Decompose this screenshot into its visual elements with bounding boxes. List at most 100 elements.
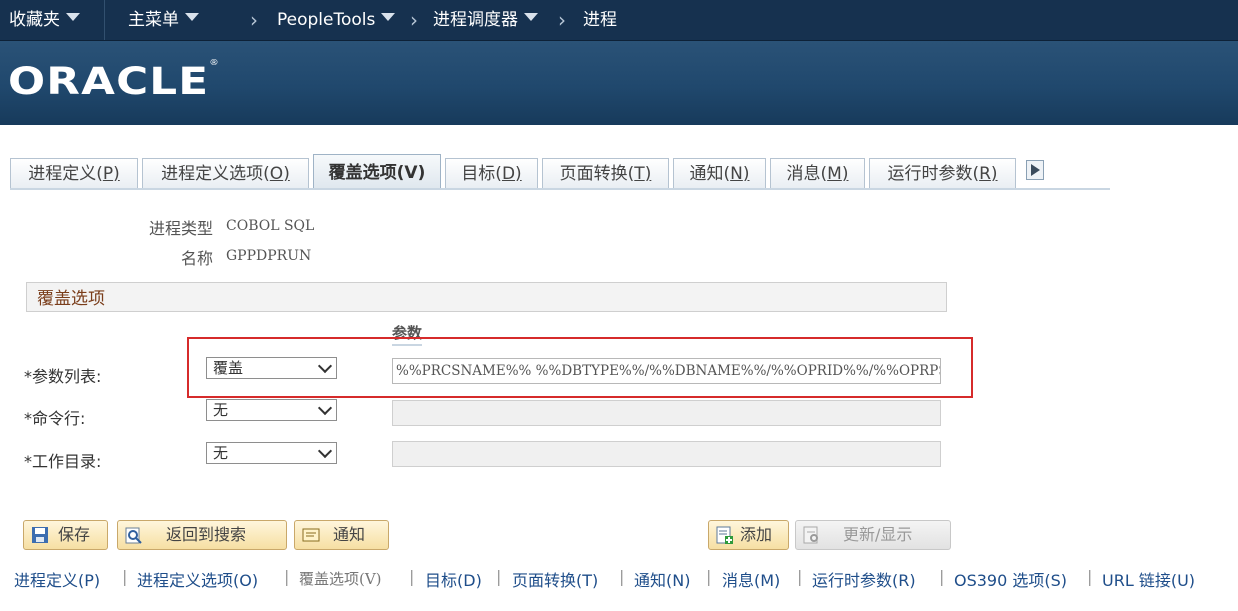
breadcrumb-process-scheduler[interactable]: 进程调度器	[433, 0, 538, 40]
command-line-label: *命令行:	[24, 409, 86, 428]
chevron-down-icon	[381, 13, 396, 21]
tab-label: 进程定义(	[28, 164, 103, 184]
working-directory-input	[392, 441, 941, 467]
nav-divider	[104, 0, 105, 40]
tab-runtime-parameters[interactable]: 运行时参数(R)	[869, 158, 1016, 188]
tab-accesskey: T	[634, 164, 645, 184]
tab-accesskey: N	[730, 164, 743, 184]
chevron-down-icon	[317, 400, 333, 416]
footer-separator: |	[409, 567, 415, 586]
tab-label: 消息(	[786, 164, 828, 184]
tab-label-end: )	[644, 164, 652, 184]
footer-separator: |	[284, 567, 290, 586]
footer-link-runtime-parameters[interactable]: 运行时参数(R)	[812, 567, 916, 591]
tab-process-definition[interactable]: 进程定义(P)	[10, 158, 138, 188]
add-button[interactable]: 添加	[708, 520, 789, 550]
return-to-search-button[interactable]: 返回到搜索	[117, 520, 287, 550]
chevron-down-icon	[185, 13, 199, 21]
tab-accesskey: O	[269, 164, 284, 184]
chevron-down-icon	[66, 13, 80, 21]
breadcrumb-chevron-icon: ›	[558, 8, 566, 32]
tab-label: 覆盖选项(V)	[328, 163, 426, 183]
oracle-logo: ORACLE®	[8, 57, 220, 103]
save-button[interactable]: 保存	[23, 520, 108, 550]
group-title: 覆盖选项	[37, 289, 105, 309]
top-navigation-bar: 收藏夹 主菜单 › PeopleTools › 进程调度器 › 进程	[0, 0, 1238, 41]
select-value: 无	[213, 401, 229, 419]
command-line-input	[392, 400, 941, 426]
footer-separator: |	[496, 567, 502, 586]
favorites-label: 收藏夹	[9, 10, 60, 30]
tab-notification[interactable]: 通知(N)	[673, 158, 766, 188]
override-options-group	[26, 282, 947, 312]
update-display-label: 更新/显示	[843, 525, 913, 544]
tab-page-transfer[interactable]: 页面转换(T)	[542, 158, 669, 188]
chevron-down-icon	[524, 13, 538, 21]
logo-text: ORACLE	[8, 60, 210, 103]
chevron-down-icon	[317, 443, 333, 459]
notify-button[interactable]: 通知	[294, 520, 389, 550]
tab-accesskey: D	[501, 164, 516, 184]
search-return-icon	[125, 527, 142, 544]
breadcrumb-label: 进程调度器	[433, 10, 518, 30]
main-menu-label: 主菜单	[128, 10, 179, 30]
footer-link-message[interactable]: 消息(M)	[722, 567, 780, 591]
tab-label: 页面转换(	[559, 164, 635, 184]
tab-label-end: )	[990, 164, 998, 184]
breadcrumb-peopletools[interactable]: PeopleTools	[277, 0, 396, 40]
save-button-label: 保存	[58, 525, 91, 544]
notify-icon	[302, 528, 320, 542]
breadcrumb-processes[interactable]: 进程	[583, 0, 617, 40]
tab-label: 进程定义选项(	[161, 164, 270, 184]
footer-link-url-links[interactable]: URL 链接(U)	[1102, 567, 1195, 591]
tab-label: 运行时参数(	[887, 164, 980, 184]
tab-message[interactable]: 消息(M)	[770, 158, 865, 188]
tab-accesskey: M	[827, 164, 842, 184]
command-line-select[interactable]: 无	[206, 399, 337, 421]
annotation-highlight-box	[187, 337, 973, 398]
parameter-list-label: *参数列表:	[24, 367, 102, 386]
main-menu[interactable]: 主菜单	[128, 0, 199, 40]
tab-label-end: )	[841, 164, 849, 184]
footer-separator: |	[1087, 567, 1093, 586]
breadcrumb-chevron-icon: ›	[250, 8, 258, 32]
tab-override-options[interactable]: 覆盖选项(V)	[313, 154, 441, 189]
footer-link-process-definition-options[interactable]: 进程定义选项(O)	[137, 567, 258, 591]
footer-link-os390-options[interactable]: OS390 选项(S)	[954, 567, 1067, 591]
breadcrumb-label: PeopleTools	[277, 10, 376, 30]
favorites-menu[interactable]: 收藏夹	[9, 0, 80, 40]
tab-label: 通知(	[689, 164, 731, 184]
name-label: 名称	[180, 249, 213, 268]
footer-separator: |	[619, 567, 625, 586]
footer-link-process-definition[interactable]: 进程定义(P)	[14, 567, 100, 591]
process-type-label: 进程类型	[148, 219, 213, 238]
tab-underline	[10, 188, 1110, 190]
footer-separator: |	[939, 567, 945, 586]
footer-separator: |	[797, 567, 803, 586]
update-display-button[interactable]: 更新/显示	[795, 520, 951, 550]
tab-process-definition-options[interactable]: 进程定义选项(O)	[142, 158, 309, 188]
return-to-search-label: 返回到搜索	[166, 525, 247, 544]
next-tab-arrow-icon[interactable]	[1026, 160, 1044, 180]
footer-link-override-options: 覆盖选项(V)	[299, 570, 382, 588]
registered-mark: ®	[209, 57, 220, 67]
tab-accesskey: P	[102, 164, 114, 184]
breadcrumb-label: 进程	[583, 10, 617, 30]
add-icon	[716, 526, 733, 544]
footer-link-destination[interactable]: 目标(D)	[425, 567, 482, 591]
tab-label-end: )	[283, 164, 290, 184]
tab-destination[interactable]: 目标(D)	[445, 158, 538, 188]
working-directory-select[interactable]: 无	[206, 442, 337, 464]
notify-button-label: 通知	[333, 525, 366, 544]
save-icon	[32, 527, 48, 543]
working-directory-label: *工作目录:	[24, 452, 102, 471]
tab-label-end: )	[113, 164, 120, 184]
footer-separator: |	[706, 567, 712, 586]
footer-link-notification[interactable]: 通知(N)	[634, 567, 690, 591]
footer-separator: |	[122, 567, 128, 586]
tab-label-end: )	[742, 164, 750, 184]
select-value: 无	[213, 444, 229, 462]
tab-label: 目标(	[461, 164, 502, 184]
update-display-icon	[803, 526, 818, 544]
footer-link-page-transfer[interactable]: 页面转换(T)	[512, 567, 598, 591]
